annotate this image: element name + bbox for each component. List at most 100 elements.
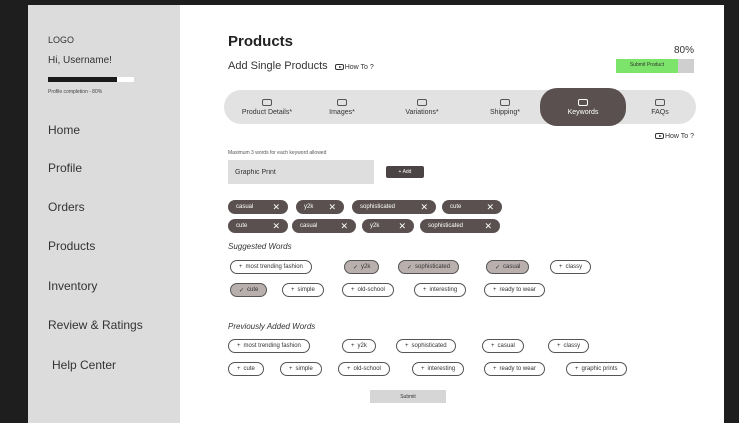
tab-bar: Product Details* Images* Variations* Shi… bbox=[224, 88, 696, 126]
plus-icon: + bbox=[351, 343, 355, 349]
suggested-keyword-chip[interactable]: + simple bbox=[282, 283, 324, 297]
chip-label: casual bbox=[503, 264, 521, 270]
plus-icon: + bbox=[351, 287, 355, 293]
chip-label: y2k bbox=[370, 223, 380, 229]
remove-icon[interactable]: ✕ bbox=[398, 221, 406, 232]
check-icon: ✓ bbox=[407, 264, 413, 271]
chip-label: old-school bbox=[353, 366, 381, 372]
nav-products[interactable]: Products bbox=[48, 239, 95, 253]
selected-keyword-chip[interactable]: cute ✕ bbox=[442, 200, 502, 214]
previous-keyword-chip[interactable]: + casual bbox=[482, 339, 524, 353]
tab-shipping[interactable]: Shipping* bbox=[472, 90, 538, 124]
nav-orders[interactable]: Orders bbox=[48, 200, 85, 214]
chip-label: y2k bbox=[357, 343, 367, 349]
keyword-input[interactable] bbox=[228, 160, 374, 184]
plus-icon: + bbox=[239, 264, 243, 270]
submit-button[interactable]: Submit bbox=[370, 390, 446, 403]
profile-completion-label: Profile completion - 80% bbox=[48, 89, 103, 95]
chip-label: sophisticated bbox=[411, 343, 447, 349]
plus-icon: + bbox=[347, 366, 351, 372]
selected-keyword-chip[interactable]: cute ✕ bbox=[228, 219, 288, 233]
previous-keyword-chip[interactable]: + simple bbox=[280, 362, 322, 376]
nav-help-center[interactable]: Help Center bbox=[52, 358, 116, 372]
suggested-keyword-chip[interactable]: + classy bbox=[550, 260, 592, 274]
how-to-label: How To ? bbox=[344, 64, 374, 71]
nav-profile[interactable]: Profile bbox=[48, 161, 82, 175]
previous-keyword-chip[interactable]: + classy bbox=[548, 339, 590, 353]
tab-faqs[interactable]: FAQs bbox=[634, 90, 686, 124]
plus-icon: + bbox=[237, 343, 241, 349]
previous-keyword-chip[interactable]: + old-school bbox=[338, 362, 390, 376]
keywords-how-to-link[interactable]: How To ? bbox=[654, 133, 694, 140]
chip-label: graphic prints bbox=[581, 366, 618, 372]
chip-label: interesting bbox=[427, 366, 456, 372]
chip-label: y2k bbox=[304, 204, 314, 210]
remove-icon[interactable]: ✕ bbox=[340, 221, 348, 232]
tab-variations[interactable]: Variations* bbox=[382, 90, 462, 124]
submit-product-button[interactable]: Submit Product bbox=[616, 59, 694, 73]
subtitle-text: Add Single Products bbox=[228, 60, 328, 72]
suggested-keyword-chip[interactable]: ✓ y2k bbox=[344, 260, 380, 274]
tab-label: Keywords bbox=[567, 108, 599, 116]
suggested-keyword-chip[interactable]: ✓ sophisticated bbox=[398, 260, 460, 274]
chip-label: cute bbox=[236, 223, 248, 229]
suggested-keyword-chip[interactable]: ✓ casual bbox=[486, 260, 530, 274]
chip-label: casual bbox=[236, 204, 254, 210]
plus-icon: + bbox=[559, 264, 563, 270]
previous-keyword-chip[interactable]: + graphic prints bbox=[566, 362, 627, 376]
plus-icon: + bbox=[491, 343, 495, 349]
suggested-keyword-chip[interactable]: + ready to wear bbox=[484, 283, 545, 297]
image-icon bbox=[337, 98, 347, 106]
chip-label: most trending fashion bbox=[243, 343, 301, 349]
remove-icon[interactable]: ✕ bbox=[484, 221, 492, 232]
selected-keyword-chip[interactable]: y2k ✕ bbox=[362, 219, 414, 233]
previous-keyword-chip[interactable]: + interesting bbox=[412, 362, 465, 376]
chip-label: ready to wear bbox=[499, 287, 536, 293]
faq-icon bbox=[655, 98, 665, 106]
tab-product-details[interactable]: Product Details* bbox=[230, 90, 304, 124]
chip-label: casual bbox=[497, 343, 515, 349]
selected-keyword-chip[interactable]: casual ✕ bbox=[292, 219, 356, 233]
video-play-icon bbox=[334, 64, 344, 71]
suggested-keyword-chip[interactable]: + old-school bbox=[342, 283, 394, 297]
suggested-keyword-chip[interactable]: + interesting bbox=[414, 283, 467, 297]
remove-icon[interactable]: ✕ bbox=[420, 202, 428, 213]
nav-home[interactable]: Home bbox=[48, 123, 80, 137]
previous-keyword-chip[interactable]: + sophisticated bbox=[396, 339, 456, 353]
how-to-link[interactable]: How To ? bbox=[334, 64, 374, 71]
selected-keyword-chip[interactable]: y2k ✕ bbox=[296, 200, 344, 214]
submit-product-label: Submit Product bbox=[629, 62, 665, 68]
selected-keyword-chip[interactable]: sophisticated ✕ bbox=[420, 219, 500, 233]
selected-keyword-chip[interactable]: sophisticated ✕ bbox=[352, 200, 436, 214]
keywords-icon bbox=[578, 98, 588, 106]
previous-keyword-chip[interactable]: + most trending fashion bbox=[228, 339, 310, 353]
suggested-words-heading: Suggested Words bbox=[228, 242, 292, 251]
remove-icon[interactable]: ✕ bbox=[272, 202, 280, 213]
nav-review-ratings[interactable]: Review & Ratings bbox=[48, 318, 143, 332]
plus-icon: + bbox=[493, 366, 497, 372]
suggested-keyword-chip[interactable]: + most trending fashion bbox=[230, 260, 312, 274]
tab-images[interactable]: Images* bbox=[310, 90, 374, 124]
add-keyword-button[interactable]: + Add bbox=[386, 166, 424, 178]
selected-keyword-chip[interactable]: casual ✕ bbox=[228, 200, 288, 214]
chip-label: interesting bbox=[429, 287, 458, 293]
video-play-icon bbox=[654, 133, 664, 140]
how-to-label: How To ? bbox=[664, 133, 694, 140]
logo: LOGO bbox=[48, 35, 75, 45]
chip-label: sophisticated bbox=[360, 204, 396, 210]
plus-icon: + bbox=[493, 287, 497, 293]
remove-icon[interactable]: ✕ bbox=[486, 202, 494, 213]
previous-keyword-chip[interactable]: + cute bbox=[228, 362, 264, 376]
suggested-keyword-chip[interactable]: ✓ cute bbox=[230, 283, 268, 297]
profile-progress-bar bbox=[48, 77, 134, 82]
check-icon: ✓ bbox=[353, 264, 359, 271]
previous-keyword-chip[interactable]: + y2k bbox=[342, 339, 376, 353]
remove-icon[interactable]: ✕ bbox=[272, 221, 280, 232]
sidebar: LOGO Hi, Username! Profile completion - … bbox=[28, 5, 180, 423]
remove-icon[interactable]: ✕ bbox=[328, 202, 336, 213]
page-title: Products bbox=[228, 33, 294, 50]
chip-label: ready to wear bbox=[499, 366, 536, 372]
previous-keyword-chip[interactable]: + ready to wear bbox=[484, 362, 545, 376]
tab-keywords[interactable]: Keywords bbox=[540, 88, 626, 126]
nav-inventory[interactable]: Inventory bbox=[48, 279, 97, 293]
